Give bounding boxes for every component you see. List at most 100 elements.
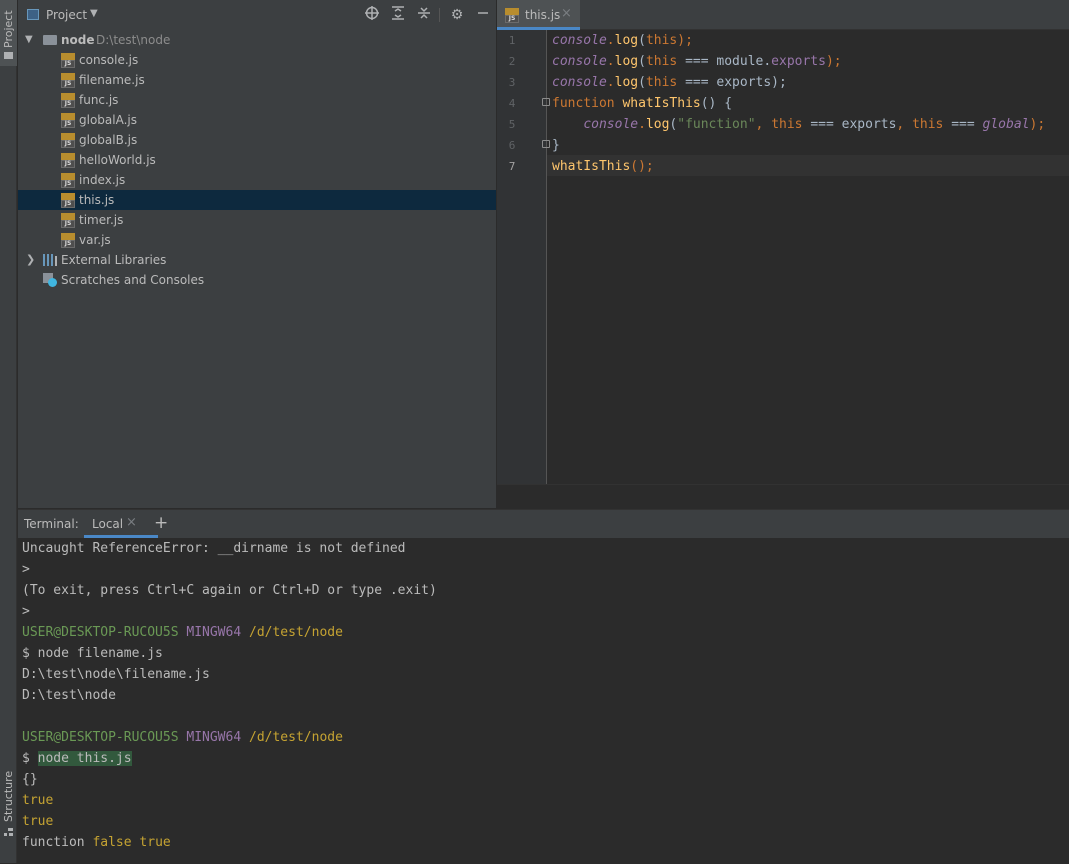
code-token: );: [825, 54, 842, 69]
terminal-text: USER@DESKTOP-RUCOU5S: [22, 625, 179, 640]
terminal-text: {}: [22, 772, 38, 787]
code-token: (: [638, 75, 646, 90]
code-token: log: [645, 117, 670, 132]
fold-marker-icon[interactable]: [542, 98, 550, 106]
terminal-line: true: [22, 790, 53, 811]
expand-all-icon[interactable]: [389, 6, 407, 24]
tree-file-item[interactable]: JS globalB.js: [18, 130, 496, 150]
locate-icon[interactable]: [363, 6, 381, 24]
terminal-text: true: [22, 814, 54, 829]
project-tool-tab-label: Project: [2, 10, 15, 48]
js-file-icon: JS: [61, 173, 75, 188]
chevron-down-icon[interactable]: ▼: [25, 30, 33, 50]
structure-tool-tab[interactable]: Structure: [0, 771, 17, 842]
line-number: 3: [508, 76, 516, 89]
code-token: console: [552, 75, 607, 90]
tree-file-item[interactable]: JS globalA.js: [18, 110, 496, 130]
code-token: ();: [630, 159, 654, 174]
tree-file-item[interactable]: JS this.js: [18, 190, 496, 210]
code-token: ,: [755, 117, 772, 132]
file-name: this.js: [79, 193, 115, 207]
terminal-text: $ node filename.js: [22, 646, 163, 661]
line-number: 2: [508, 55, 516, 68]
code-token: console: [552, 54, 607, 69]
file-name: globalB.js: [79, 133, 138, 147]
terminal-text: node this.js: [37, 751, 132, 766]
code-token: .: [606, 33, 615, 48]
tree-file-item[interactable]: JS func.js: [18, 90, 496, 110]
tree-file-item[interactable]: JS var.js: [18, 230, 496, 250]
tree-file-item[interactable]: JS console.js: [18, 50, 496, 70]
code-line: }: [552, 135, 560, 156]
tree-file-item[interactable]: JS filename.js: [18, 70, 496, 90]
code-token: }: [552, 138, 560, 153]
code-token: === module.: [677, 54, 772, 69]
tree-file-item[interactable]: JS helloWorld.js: [18, 150, 496, 170]
fold-end-marker-icon[interactable]: [542, 140, 550, 148]
tree-scratches[interactable]: Scratches and Consoles: [18, 270, 496, 290]
code-token: log: [614, 75, 639, 90]
code-token: this: [645, 33, 678, 48]
tree-root-node[interactable]: ▼ node D:\test\node: [18, 30, 496, 50]
terminal-text: /d/test/node: [249, 730, 343, 745]
code-token: this: [645, 75, 678, 90]
close-icon[interactable]: ×: [126, 515, 137, 530]
code-token: whatIsThis: [552, 159, 631, 174]
code-token: === exports: [802, 117, 897, 132]
line-number: 5: [508, 118, 516, 131]
terminal-label: Terminal:: [24, 517, 79, 531]
file-name: globalA.js: [79, 113, 137, 127]
code-token: ,: [896, 117, 913, 132]
code-token: console: [552, 33, 607, 48]
tree-file-item[interactable]: JS index.js: [18, 170, 496, 190]
tool-window-stripe: Project Structure: [0, 0, 17, 863]
tree-external-libraries[interactable]: ❯ External Libraries: [18, 250, 496, 270]
terminal-line: >: [22, 559, 30, 580]
line-number: 1: [508, 34, 516, 47]
project-view-dropdown-icon[interactable]: ▼: [90, 8, 98, 19]
folder-icon: [43, 35, 57, 45]
editor-tab-this-js[interactable]: JS this.js ×: [497, 0, 580, 30]
collapse-all-icon[interactable]: [415, 6, 433, 24]
terminal-text: Uncaught ReferenceError: __dirname is no…: [22, 541, 406, 556]
terminal-text: /d/test/node: [249, 625, 343, 640]
add-terminal-icon[interactable]: +: [154, 513, 168, 533]
terminal-tab-local[interactable]: Local ×: [84, 510, 158, 538]
tree-file-item[interactable]: JS timer.js: [18, 210, 496, 230]
terminal-line: {}: [22, 769, 38, 790]
js-file-icon: JS: [61, 73, 75, 88]
folder-icon: [4, 52, 13, 59]
terminal-text: function: [22, 835, 93, 850]
file-name: var.js: [79, 233, 111, 247]
chevron-right-icon[interactable]: ❯: [26, 250, 35, 270]
project-tool-tab[interactable]: Project: [0, 0, 17, 66]
editor-breadcrumb-bar: [497, 484, 1069, 509]
code-token: ===: [943, 117, 983, 132]
terminal-text: D:\test\node\filename.js: [22, 667, 210, 682]
root-folder-name: node: [61, 33, 95, 47]
line-number: 6: [508, 139, 516, 152]
external-libraries-label: External Libraries: [61, 253, 167, 267]
js-file-icon: JS: [61, 93, 75, 108]
file-name: helloWorld.js: [79, 153, 156, 167]
js-file-icon: JS: [61, 133, 75, 148]
root-folder-path: D:\test\node: [96, 33, 171, 47]
terminal-line: >: [22, 601, 30, 622]
js-file-icon: JS: [61, 193, 75, 208]
gear-icon[interactable]: ⚙: [448, 6, 466, 24]
code-token: () {: [700, 96, 733, 111]
terminal-line: D:\test\node\filename.js: [22, 664, 210, 685]
terminal-text: MINGW64: [186, 730, 242, 745]
terminal-line: USER@DESKTOP-RUCOU5S MINGW64 /d/test/nod…: [22, 727, 343, 748]
line-number: 4: [508, 97, 516, 110]
terminal-text: false true: [92, 835, 171, 850]
terminal-line: (To exit, press Ctrl+C again or Ctrl+D o…: [22, 580, 437, 601]
code-token: "function": [677, 117, 756, 132]
minimize-icon[interactable]: [474, 6, 492, 24]
code-token: whatIsThis: [622, 96, 701, 111]
structure-icon: [4, 828, 13, 836]
editor-gutter: 1 2 3 4 5 6 7: [497, 30, 547, 484]
file-name: console.js: [79, 53, 139, 67]
close-icon[interactable]: ×: [561, 6, 572, 21]
